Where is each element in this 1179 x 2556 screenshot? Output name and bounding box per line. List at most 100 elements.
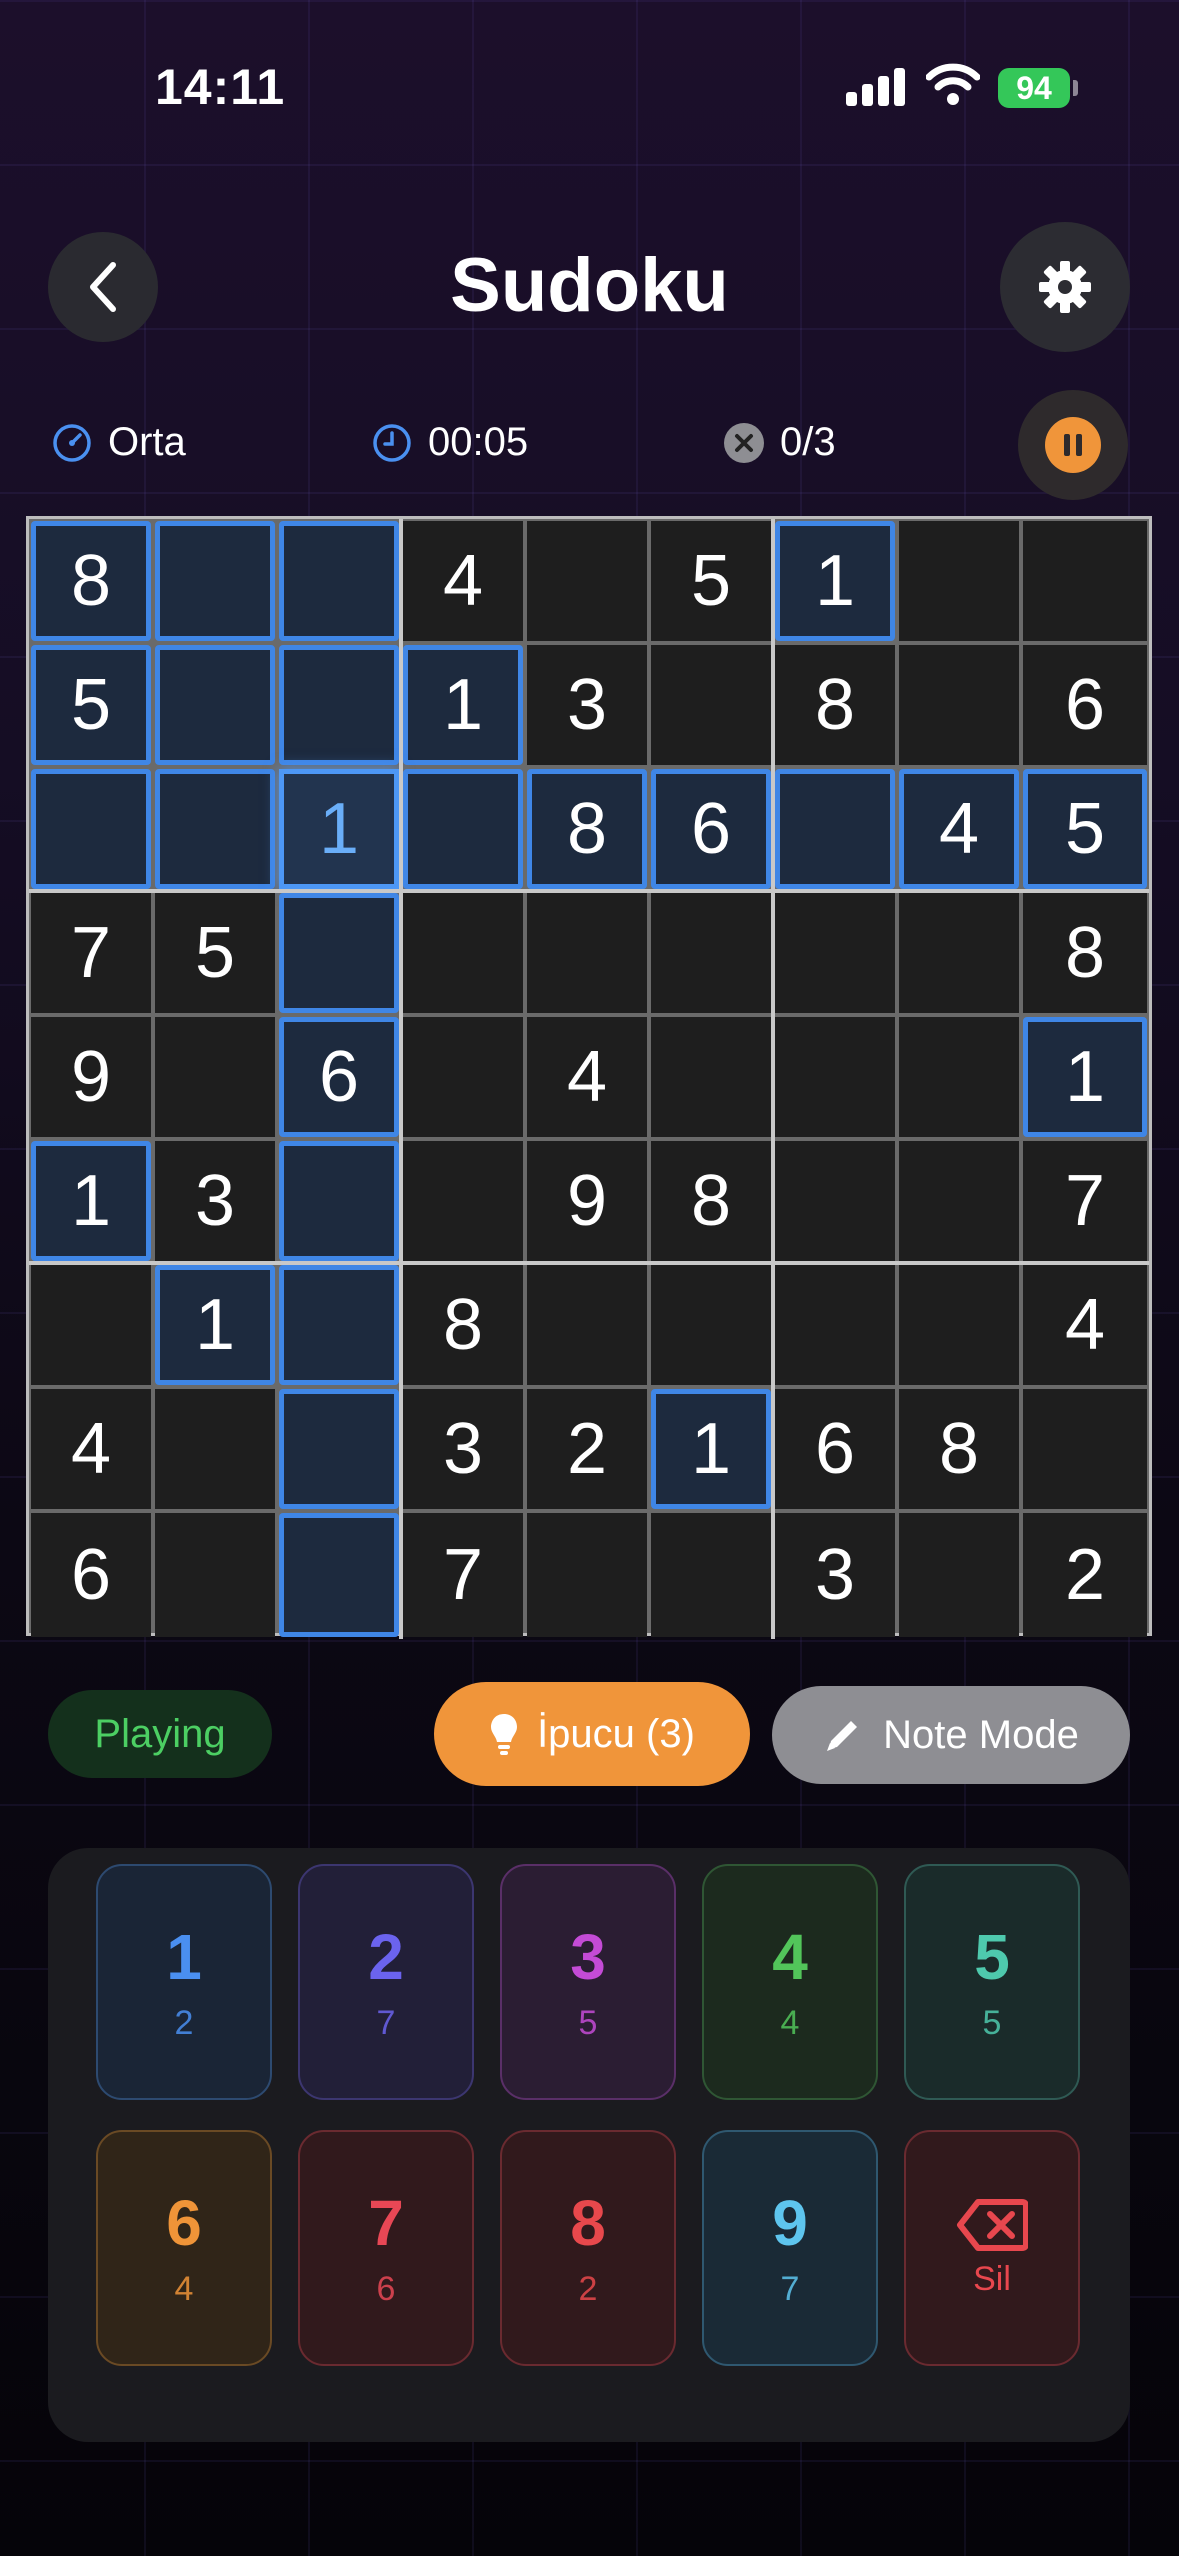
board-cell[interactable] [527,1265,647,1385]
key-remaining-count: 5 [578,2003,598,2042]
board-cell[interactable]: 7 [403,1513,523,1637]
board-cell[interactable] [899,1017,1019,1137]
hint-button[interactable]: İpucu (3) [434,1682,750,1786]
board-cell[interactable]: 9 [527,1141,647,1261]
board-cell[interactable] [899,1513,1019,1637]
board-cell[interactable] [155,1389,275,1509]
cell-value: 8 [814,665,856,745]
board-cell[interactable]: 7 [31,893,151,1013]
board-cell[interactable] [155,1017,275,1137]
board-cell[interactable] [527,893,647,1013]
board-cell[interactable] [899,521,1019,641]
board-cell[interactable]: 8 [403,1265,523,1385]
number-key-9[interactable]: 97 [702,2130,878,2366]
board-cell[interactable]: 6 [1023,645,1147,765]
board-cell[interactable]: 4 [899,769,1019,889]
board-cell[interactable] [899,645,1019,765]
board-cell[interactable]: 3 [403,1389,523,1509]
board-cell[interactable] [279,1141,399,1261]
board-cell[interactable] [155,521,275,641]
board-cell[interactable]: 6 [279,1017,399,1137]
board-cell[interactable]: 5 [1023,769,1147,889]
board-cell[interactable] [403,893,523,1013]
number-key-5[interactable]: 55 [904,1864,1080,2100]
board-cell[interactable] [31,1265,151,1385]
delete-key[interactable]: Sil [904,2130,1080,2366]
board-cell[interactable] [403,769,523,889]
board-cell[interactable]: 6 [775,1389,895,1509]
board-cell[interactable]: 1 [155,1265,275,1385]
board-cell[interactable]: 2 [1023,1513,1147,1637]
board-cell[interactable] [403,1141,523,1261]
board-cell[interactable]: 8 [527,769,647,889]
board-cell[interactable]: 3 [155,1141,275,1261]
board-cell[interactable] [155,1513,275,1637]
number-key-2[interactable]: 27 [298,1864,474,2100]
board-cell[interactable]: 2 [527,1389,647,1509]
board-cell[interactable]: 6 [651,769,771,889]
board-cell[interactable] [279,893,399,1013]
board-cell[interactable] [1023,521,1147,641]
number-key-4[interactable]: 44 [702,1864,878,2100]
board-cell[interactable] [651,1017,771,1137]
number-key-8[interactable]: 82 [500,2130,676,2366]
board-cell[interactable]: 1 [403,645,523,765]
board-cell[interactable] [775,769,895,889]
pause-button[interactable] [1018,390,1128,500]
board-cell[interactable]: 5 [651,521,771,641]
board-cell[interactable]: 7 [1023,1141,1147,1261]
board-cell[interactable] [279,1389,399,1509]
board-cell[interactable]: 1 [31,1141,151,1261]
board-cell[interactable] [899,1141,1019,1261]
board-cell[interactable]: 4 [31,1389,151,1509]
note-mode-button[interactable]: Note Mode [772,1686,1130,1784]
board-cell[interactable]: 4 [1023,1265,1147,1385]
board-cell[interactable]: 8 [651,1141,771,1261]
board-cell[interactable] [155,769,275,889]
board-cell[interactable]: 4 [527,1017,647,1137]
board-cell[interactable] [899,1265,1019,1385]
board-cell[interactable]: 5 [31,645,151,765]
board-cell[interactable] [775,1141,895,1261]
board-cell[interactable] [775,893,895,1013]
board-cell[interactable] [279,1513,399,1637]
board-cell[interactable] [279,521,399,641]
board-cell[interactable] [651,893,771,1013]
board-cell[interactable] [279,645,399,765]
board-cell[interactable]: 3 [527,645,647,765]
board-cell[interactable] [651,1265,771,1385]
cell-value: 2 [1064,1535,1106,1615]
board-cell[interactable]: 9 [31,1017,151,1137]
board-cell[interactable]: 8 [899,1389,1019,1509]
board-cell[interactable] [155,645,275,765]
board-cell[interactable]: 8 [1023,893,1147,1013]
key-number: 7 [368,2186,404,2259]
board-cell[interactable] [527,1513,647,1637]
board-cell[interactable] [775,1017,895,1137]
board-cell[interactable] [899,893,1019,1013]
board-cell[interactable]: 1 [279,769,399,889]
board-cell[interactable]: 3 [775,1513,895,1637]
key-number: 5 [974,1920,1010,1993]
board-cell[interactable]: 8 [31,521,151,641]
board-cell[interactable] [651,645,771,765]
number-key-6[interactable]: 64 [96,2130,272,2366]
board-cell[interactable] [279,1265,399,1385]
number-key-3[interactable]: 35 [500,1864,676,2100]
board-cell[interactable]: 4 [403,521,523,641]
board-cell[interactable]: 8 [775,645,895,765]
board-cell[interactable]: 6 [31,1513,151,1637]
board-cell[interactable] [403,1017,523,1137]
settings-button[interactable] [1000,222,1130,352]
board-cell[interactable]: 1 [651,1389,771,1509]
number-key-7[interactable]: 76 [298,2130,474,2366]
board-cell[interactable] [527,521,647,641]
board-cell[interactable] [651,1513,771,1637]
board-cell[interactable] [1023,1389,1147,1509]
board-cell[interactable]: 5 [155,893,275,1013]
board-cell[interactable] [31,769,151,889]
board-cell[interactable]: 1 [775,521,895,641]
board-cell[interactable]: 1 [1023,1017,1147,1137]
board-cell[interactable] [775,1265,895,1385]
number-key-1[interactable]: 12 [96,1864,272,2100]
